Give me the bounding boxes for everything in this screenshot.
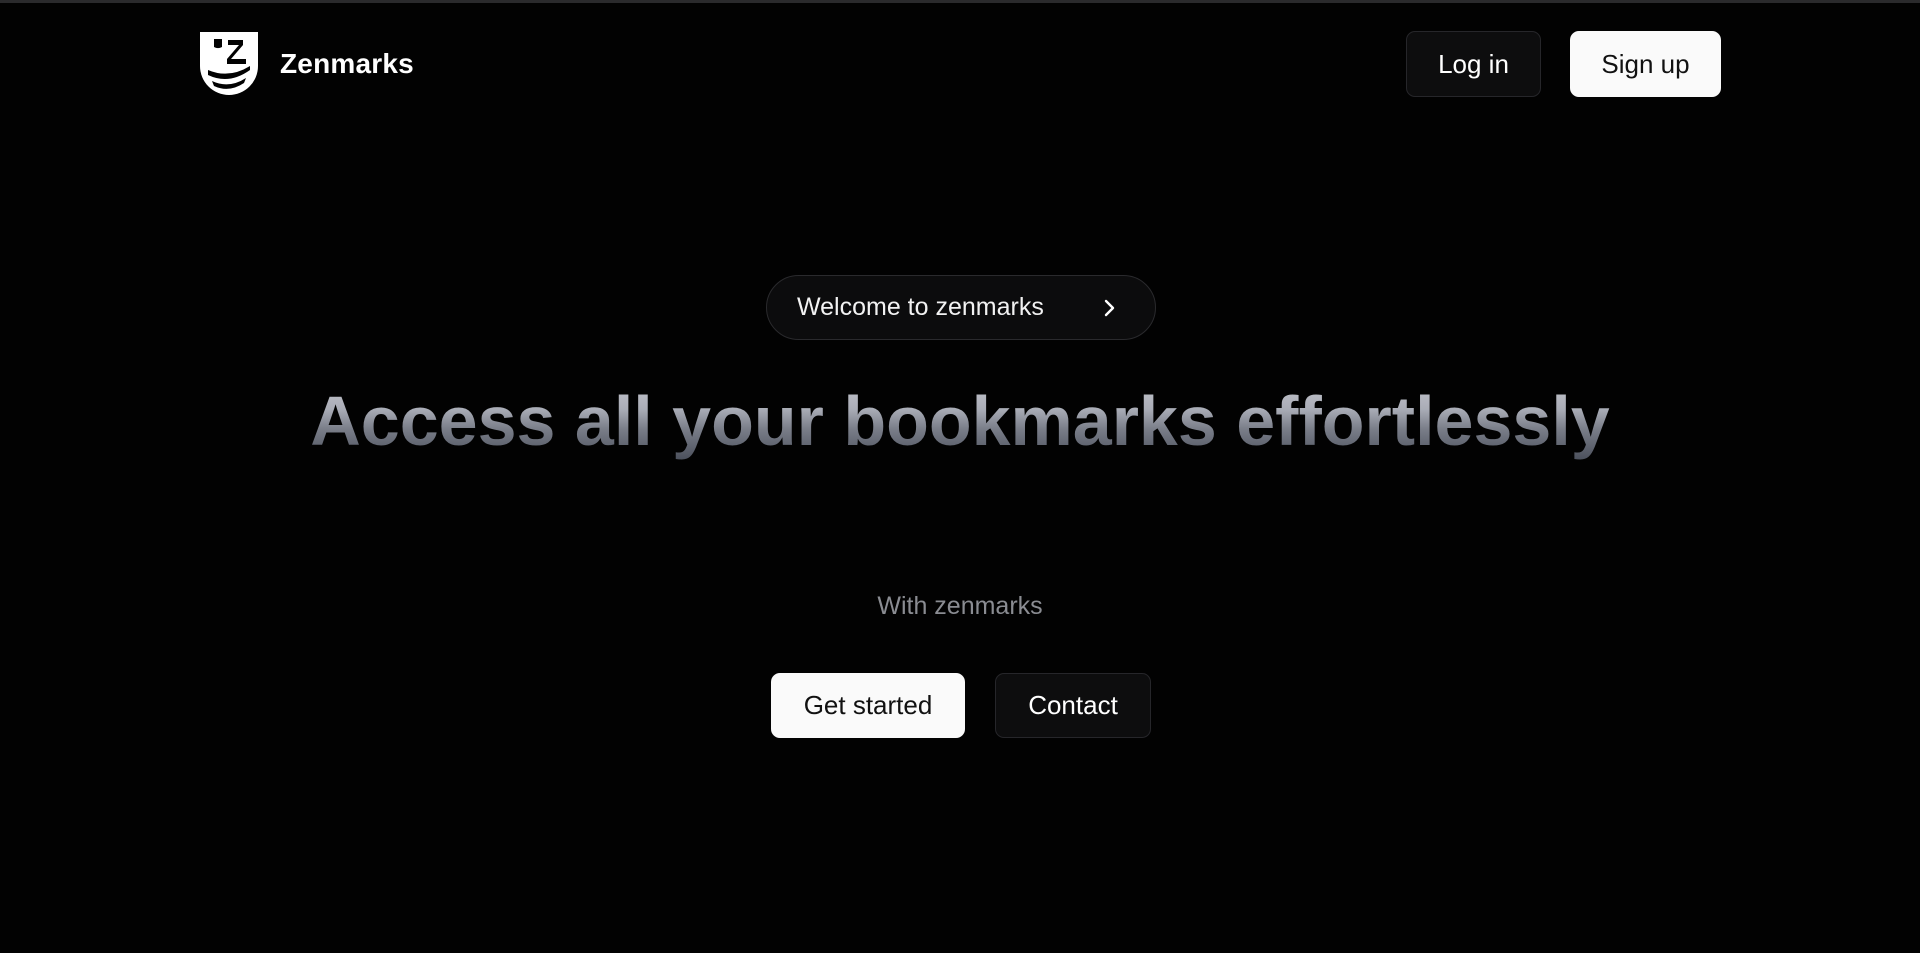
- hero-subtitle: With zenmarks: [877, 592, 1043, 620]
- top-navigation: Zenmarks Log in Sign up: [0, 0, 1920, 110]
- brand-name: Zenmarks: [280, 48, 414, 79]
- contact-button[interactable]: Contact: [995, 673, 1151, 738]
- get-started-button[interactable]: Get started: [771, 673, 965, 738]
- zenmarks-shield-logo-icon: [200, 32, 258, 95]
- brand-home-link[interactable]: Zenmarks: [200, 32, 414, 96]
- welcome-pill-label: Welcome to zenmarks: [797, 293, 1044, 321]
- login-button[interactable]: Log in: [1406, 31, 1541, 97]
- hero-headline-text: Access all your bookmarks effortlessly: [306, 382, 1613, 460]
- hero-headline: Access all your bookmarks effortlessly: [0, 380, 1920, 462]
- chevron-right-icon: [1104, 299, 1115, 317]
- signup-button[interactable]: Sign up: [1570, 31, 1721, 97]
- welcome-announcement-pill[interactable]: Welcome to zenmarks: [766, 275, 1156, 340]
